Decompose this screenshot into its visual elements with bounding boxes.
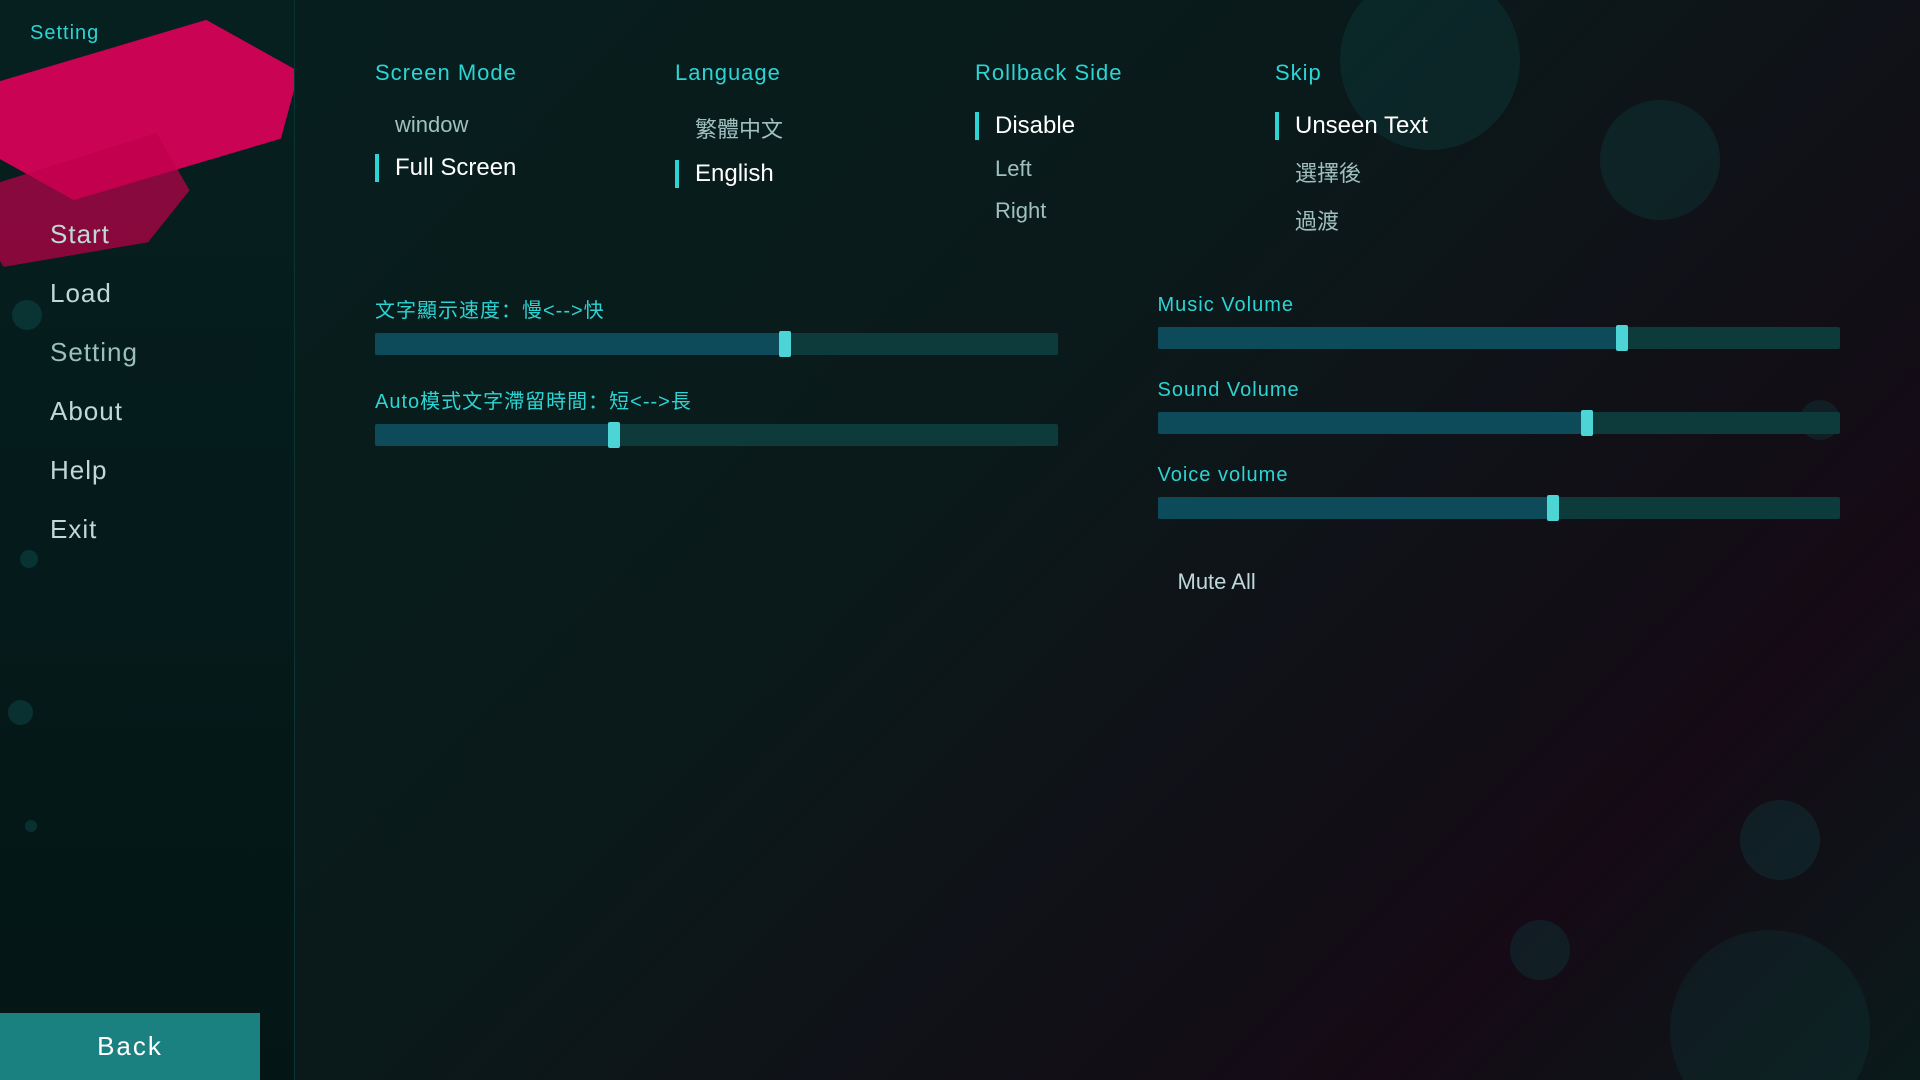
music-volume-thumb[interactable]: [1616, 325, 1628, 351]
auto-delay-thumb[interactable]: [608, 422, 620, 448]
music-volume-fill: [1158, 327, 1622, 349]
language-english[interactable]: English: [675, 152, 915, 196]
settings-row-top: Screen Mode window Full Screen Language …: [375, 60, 1840, 244]
music-volume-label: Music Volume: [1158, 294, 1841, 317]
language-chinese[interactable]: 繁體中文: [675, 104, 915, 152]
rollback-side-group: Rollback Side Disable Left Right: [975, 60, 1215, 232]
sidebar-item-exit[interactable]: Exit: [0, 500, 294, 559]
voice-volume-fill: [1158, 497, 1554, 519]
sidebar-title: Setting: [0, 0, 99, 45]
sidebar: Setting Start Load Setting About Help Ex…: [0, 0, 295, 1080]
splash-4: [1510, 920, 1570, 980]
screen-mode-label: Screen Mode: [375, 60, 615, 86]
auto-delay-slider[interactable]: [375, 424, 1058, 446]
splash-3: [1740, 800, 1820, 880]
skip-label: Skip: [1275, 60, 1515, 86]
auto-delay-group: Auto模式文字滯留時間：短<-->長: [375, 385, 1058, 446]
voice-volume-group: Voice volume: [1158, 464, 1841, 519]
skip-after-choice[interactable]: 選擇後: [1275, 148, 1515, 196]
right-slider-group: Music Volume Sound Volume Vo: [1158, 294, 1841, 605]
text-speed-thumb[interactable]: [779, 331, 791, 357]
language-group: Language 繁體中文 English: [675, 60, 915, 196]
rollback-disable[interactable]: Disable: [975, 104, 1215, 148]
sidebar-item-help[interactable]: Help: [0, 441, 294, 500]
sidebar-item-start[interactable]: Start: [0, 205, 294, 264]
mute-all-button[interactable]: Mute All: [1158, 559, 1841, 605]
skip-unseen[interactable]: Unseen Text: [1275, 104, 1515, 148]
skip-group: Skip Unseen Text 選擇後 過渡: [1275, 60, 1515, 244]
left-slider-group: 文字顯示速度：慢<-->快 Auto模式文字滯留時間：短<-->長: [375, 294, 1058, 605]
screen-mode-fullscreen[interactable]: Full Screen: [375, 146, 615, 190]
text-speed-label: 文字顯示速度：慢<-->快: [375, 294, 1058, 323]
rollback-right[interactable]: Right: [975, 190, 1215, 232]
sidebar-item-load[interactable]: Load: [0, 264, 294, 323]
sound-volume-slider[interactable]: [1158, 412, 1841, 434]
voice-volume-thumb[interactable]: [1547, 495, 1559, 521]
sidebar-item-setting[interactable]: Setting: [0, 323, 294, 382]
rollback-side-label: Rollback Side: [975, 60, 1215, 86]
main-content: Screen Mode window Full Screen Language …: [295, 0, 1920, 1080]
music-volume-group: Music Volume: [1158, 294, 1841, 349]
sidebar-nav: Start Load Setting About Help Exit: [0, 205, 294, 559]
slider-section: 文字顯示速度：慢<-->快 Auto模式文字滯留時間：短<-->長: [375, 294, 1840, 605]
language-label: Language: [675, 60, 915, 86]
text-speed-fill: [375, 333, 785, 355]
text-speed-slider[interactable]: [375, 333, 1058, 355]
deco-circle: [8, 700, 33, 725]
screen-mode-window[interactable]: window: [375, 104, 615, 146]
sound-volume-fill: [1158, 412, 1588, 434]
skip-transition[interactable]: 過渡: [1275, 196, 1515, 244]
rollback-left[interactable]: Left: [975, 148, 1215, 190]
back-button[interactable]: Back: [0, 1013, 260, 1080]
sound-volume-group: Sound Volume: [1158, 379, 1841, 434]
splash-6: [1670, 930, 1870, 1080]
screen-mode-group: Screen Mode window Full Screen: [375, 60, 615, 190]
auto-delay-label: Auto模式文字滯留時間：短<-->長: [375, 385, 1058, 414]
sound-volume-label: Sound Volume: [1158, 379, 1841, 402]
sidebar-item-about[interactable]: About: [0, 382, 294, 441]
settings-container: Screen Mode window Full Screen Language …: [375, 60, 1840, 605]
sound-volume-thumb[interactable]: [1581, 410, 1593, 436]
deco-circle: [25, 820, 37, 832]
voice-volume-label: Voice volume: [1158, 464, 1841, 487]
auto-delay-fill: [375, 424, 614, 446]
music-volume-slider[interactable]: [1158, 327, 1841, 349]
text-speed-group: 文字顯示速度：慢<-->快: [375, 294, 1058, 355]
voice-volume-slider[interactable]: [1158, 497, 1841, 519]
